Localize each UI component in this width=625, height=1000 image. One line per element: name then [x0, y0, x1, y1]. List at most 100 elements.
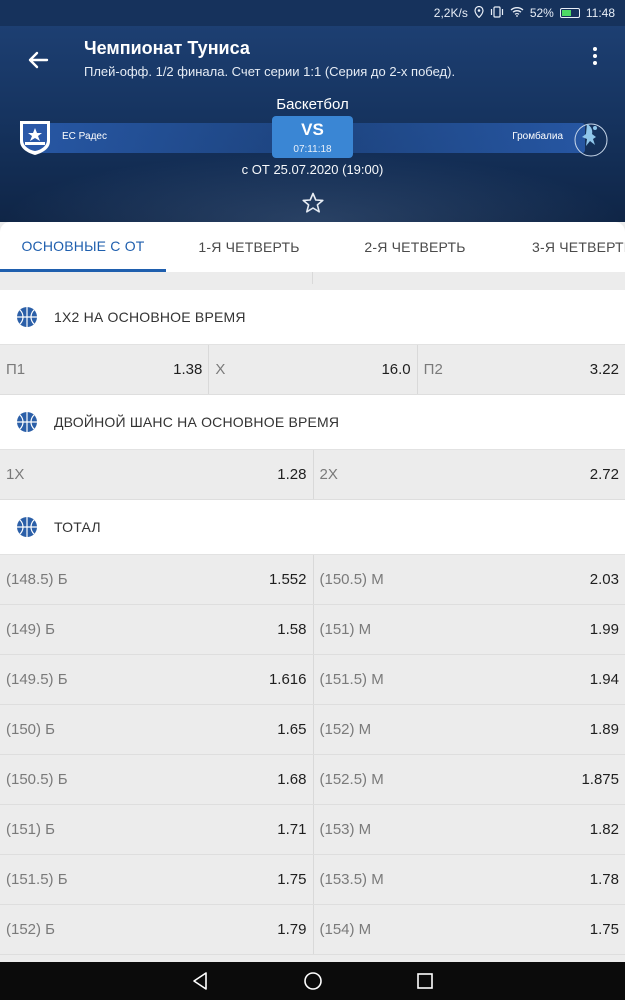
- odd-button-x[interactable]: X 16.0: [208, 345, 416, 394]
- outcome-odd: 3.22: [589, 361, 619, 378]
- outcome-odd: 2.72: [589, 466, 619, 483]
- odd-button-under[interactable]: (151) М 1.99: [312, 605, 625, 654]
- nav-recents-icon[interactable]: [414, 970, 436, 992]
- outcome-name: (151) Б: [6, 821, 56, 838]
- market-tabs: ОСНОВНЫЕ С ОТ 1-Я ЧЕТВЕРТЬ 2-Я ЧЕТВЕРТЬ …: [0, 222, 625, 272]
- wifi-icon: [510, 6, 524, 20]
- tab-3rd-quarter[interactable]: 3-Я ЧЕТВЕРТЬ: [498, 222, 625, 272]
- odd-button-1x[interactable]: 1X 1.28: [0, 450, 313, 499]
- status-bar: 2,2K/s 52% 11:48: [0, 0, 625, 26]
- tab-main-with-ot[interactable]: ОСНОВНЫЕ С ОТ: [0, 222, 166, 272]
- outcome-name: П1: [6, 361, 26, 378]
- odd-button-over[interactable]: (149.5) Б 1.616: [0, 655, 313, 704]
- outcome-odd: 1.99: [589, 621, 619, 638]
- outcome-name: 1X: [6, 466, 25, 483]
- section-header-double-chance[interactable]: ДВОЙНОЙ ШАНС НА ОСНОВНОЕ ВРЕМЯ: [0, 395, 625, 450]
- odd-button-under[interactable]: (153) М 1.82: [312, 805, 625, 854]
- section-header-total[interactable]: ТОТАЛ: [0, 500, 625, 555]
- outcome-name: (151.5) Б: [6, 871, 68, 888]
- outcome-odd: 1.79: [277, 921, 307, 938]
- nav-home-icon[interactable]: [302, 970, 324, 992]
- system-nav-bar: [0, 962, 625, 1000]
- star-outline-icon: [302, 192, 324, 213]
- odd-button-over[interactable]: (151.5) Б 1.75: [0, 855, 313, 904]
- tab-1st-quarter[interactable]: 1-Я ЧЕТВЕРТЬ: [166, 222, 332, 272]
- outcome-name: X: [215, 361, 226, 378]
- outcome-odd: 1.68: [277, 771, 307, 788]
- favorite-button[interactable]: [301, 191, 325, 215]
- network-speed: 2,2K/s: [433, 6, 468, 20]
- more-options-button[interactable]: [585, 44, 605, 74]
- odds-row: (150) Б 1.65 (152) М 1.89: [0, 705, 625, 755]
- outcome-name: П2: [423, 361, 443, 378]
- vs-badge: VS 07:11:18: [272, 116, 353, 158]
- odd-button-over[interactable]: (148.5) Б 1.552: [0, 555, 313, 604]
- outcome-odd: 1.71: [277, 821, 307, 838]
- odd-button-over[interactable]: (150) Б 1.65: [0, 705, 313, 754]
- battery-percent: 52%: [529, 6, 554, 20]
- odd-button-over[interactable]: (150.5) Б 1.68: [0, 755, 313, 804]
- vibrate-icon: [490, 5, 504, 21]
- divider: [0, 272, 625, 290]
- outcome-odd: 1.58: [277, 621, 307, 638]
- outcome-name: (148.5) Б: [6, 571, 68, 588]
- section-header-1x2[interactable]: 1X2 НА ОСНОВНОЕ ВРЕМЯ: [0, 290, 625, 345]
- odd-button-under[interactable]: (152.5) М 1.875: [312, 755, 625, 804]
- outcome-odd: 1.65: [277, 721, 307, 738]
- match-datetime: с ОТ 25.07.2020 (19:00): [241, 162, 384, 177]
- outcome-odd: 1.94: [589, 671, 619, 688]
- match-header: Чемпионат Туниса Плей-офф. 1/2 финала. С…: [0, 26, 625, 222]
- outcome-name: (151) М: [319, 621, 372, 638]
- outcome-name: (149) Б: [6, 621, 56, 638]
- outcome-odd: 1.89: [589, 721, 619, 738]
- back-button[interactable]: [22, 44, 54, 76]
- odds-row: 1X 1.28 2X 2.72: [0, 450, 625, 500]
- outcome-name: (153) М: [319, 821, 372, 838]
- outcome-odd: 1.75: [589, 921, 619, 938]
- odd-button-under[interactable]: (150.5) М 2.03: [312, 555, 625, 604]
- odds-row: (152) Б 1.79 (154) М 1.75: [0, 905, 625, 955]
- odds-row: (149.5) Б 1.616 (151.5) М 1.94: [0, 655, 625, 705]
- odd-button-under[interactable]: (154) М 1.75: [312, 905, 625, 954]
- outcome-name: (149.5) Б: [6, 671, 68, 688]
- outcome-odd: 1.82: [589, 821, 619, 838]
- countdown-timer: 07:11:18: [293, 144, 332, 155]
- section-title: ДВОЙНОЙ ШАНС НА ОСНОВНОЕ ВРЕМЯ: [54, 414, 340, 430]
- outcome-odd: 1.78: [589, 871, 619, 888]
- odd-button-under[interactable]: (153.5) М 1.78: [312, 855, 625, 904]
- odd-button-p1[interactable]: П1 1.38: [0, 345, 208, 394]
- tab-2nd-quarter[interactable]: 2-Я ЧЕТВЕРТЬ: [332, 222, 498, 272]
- outcome-odd: 1.28: [277, 466, 307, 483]
- odds-row: (150.5) Б 1.68 (152.5) М 1.875: [0, 755, 625, 805]
- odds-row: (149) Б 1.58 (151) М 1.99: [0, 605, 625, 655]
- outcome-name: (150.5) Б: [6, 771, 68, 788]
- outcome-name: (150.5) М: [319, 571, 384, 588]
- sport-label: Баскетбол: [276, 96, 349, 113]
- odd-button-over[interactable]: (149) Б 1.58: [0, 605, 313, 654]
- odd-button-under[interactable]: (152) М 1.89: [312, 705, 625, 754]
- outcome-name: (152) М: [319, 721, 372, 738]
- battery-icon: [559, 8, 580, 18]
- outcome-odd: 1.552: [268, 571, 307, 588]
- nav-back-icon[interactable]: [190, 970, 212, 992]
- home-team-name: ЕС Радес: [62, 131, 107, 142]
- odd-button-under[interactable]: (151.5) М 1.94: [312, 655, 625, 704]
- odds-row: (148.5) Б 1.552 (150.5) М 2.03: [0, 555, 625, 605]
- odd-button-over[interactable]: (152) Б 1.79: [0, 905, 313, 954]
- odd-button-2x[interactable]: 2X 2.72: [312, 450, 625, 499]
- outcome-name: (150) Б: [6, 721, 56, 738]
- markets-list: 1X2 НА ОСНОВНОЕ ВРЕМЯ П1 1.38 X 16.0 П2 …: [0, 290, 625, 955]
- away-team-logo-icon: [573, 118, 609, 158]
- odds-row: (151) Б 1.71 (153) М 1.82: [0, 805, 625, 855]
- home-team-logo-icon: [18, 118, 52, 156]
- outcome-odd: 1.616: [268, 671, 307, 688]
- page-subtitle: Плей-офф. 1/2 финала. Счет серии 1:1 (Се…: [84, 64, 456, 79]
- clock: 11:48: [585, 6, 615, 20]
- location-icon: [474, 5, 484, 21]
- vs-label: VS: [301, 120, 324, 139]
- odd-button-over[interactable]: (151) Б 1.71: [0, 805, 313, 854]
- outcome-name: (153.5) М: [319, 871, 384, 888]
- more-vertical-icon: [585, 47, 605, 65]
- odd-button-p2[interactable]: П2 3.22: [416, 345, 625, 394]
- away-team-name: Громбалиа: [512, 131, 563, 142]
